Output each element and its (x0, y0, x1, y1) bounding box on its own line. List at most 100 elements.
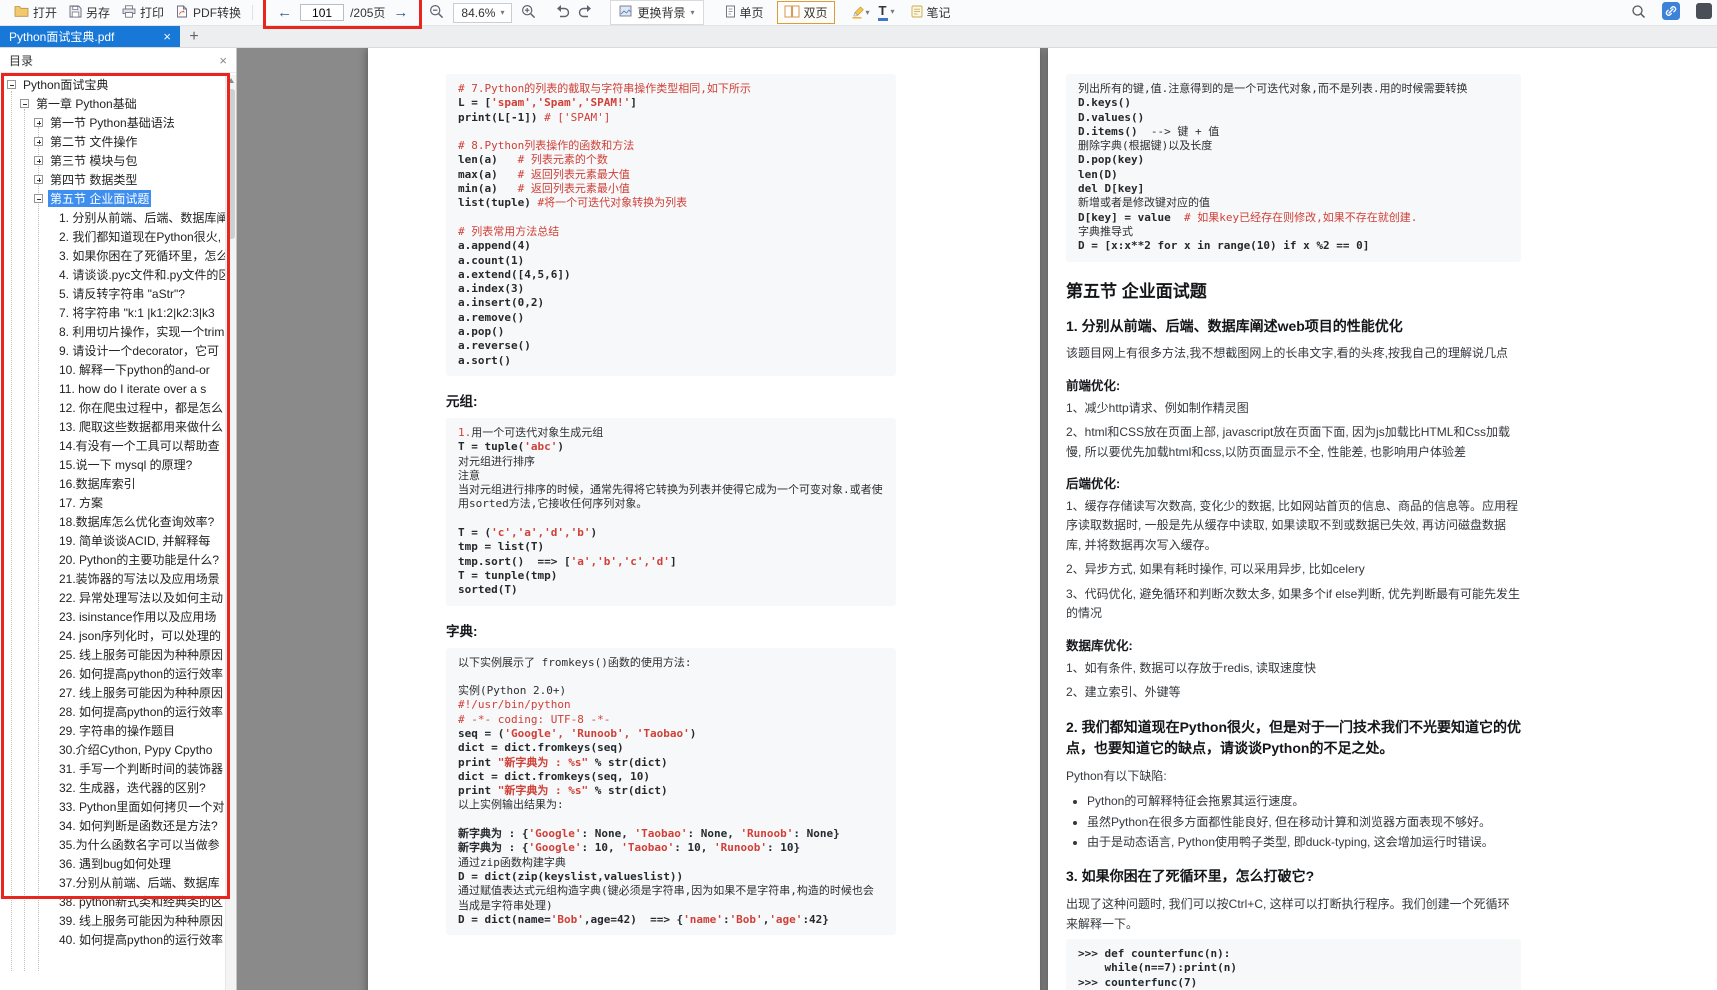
toc-item[interactable]: 2. 我们都知道现在Python很火, (0, 227, 225, 246)
toc-item[interactable]: 19. 简单谈谈ACID, 并解释每 (0, 531, 225, 550)
close-icon[interactable]: × (163, 30, 171, 43)
toc-item[interactable]: 14.有没有一个工具可以帮助查 (0, 436, 225, 455)
save-as-button[interactable]: 另存 (63, 1, 116, 24)
toc-item[interactable]: 25. 线上服务可能因为种种原因 (0, 645, 225, 664)
toc-item[interactable]: 第二节 文件操作 (0, 132, 225, 151)
tree-collapse-icon[interactable] (20, 99, 29, 108)
change-background-button[interactable]: 更换背景 ▾ (610, 0, 703, 25)
toc-item[interactable]: 29. 字符串的操作题目 (0, 721, 225, 740)
toc-item[interactable]: 第三节 模块与包 (0, 151, 225, 170)
highlighter-button[interactable]: ▾ (847, 1, 874, 25)
pdf-page-left: # 7.Python的列表的截取与字符串操作类型相同,如下所示L = ['spa… (368, 48, 1040, 990)
toc-item[interactable]: 32. 生成器，迭代器的区别? (0, 778, 225, 797)
toc-item[interactable]: 15.说一下 mysql 的原理? (0, 455, 225, 474)
toc-item[interactable]: 8. 利用切片操作，实现一个trim (0, 322, 225, 341)
edge-clipped-button[interactable] (1692, 0, 1716, 25)
toc-item[interactable]: 17. 方案 (0, 493, 225, 512)
outline-header: 目录 × (0, 48, 236, 73)
toc-item[interactable]: 38. python新式类和经典类的区 (0, 892, 225, 911)
toc-item[interactable]: 33. Python里面如何拷贝一个对 (0, 797, 225, 816)
toc-item[interactable]: 31. 手写一个判断时间的装饰器 (0, 759, 225, 778)
toc-item[interactable]: 34. 如何判断是函数还是方法? (0, 816, 225, 835)
note-icon (911, 5, 923, 21)
scroll-up-icon[interactable] (228, 78, 234, 83)
document-canvas[interactable]: # 7.Python的列表的截取与字符串操作类型相同,如下所示L = ['spa… (237, 48, 1717, 990)
next-page-icon[interactable]: → (391, 5, 410, 20)
toc-item[interactable]: 23. isinstance作用以及应用场 (0, 607, 225, 626)
toc-item[interactable]: 1. 分别从前端、后端、数据库阐述 (0, 208, 225, 227)
toc-item[interactable]: 18.数据库怎么优化查询效率? (0, 512, 225, 531)
zoom-out-button[interactable] (425, 1, 448, 25)
scrollbar-thumb[interactable] (228, 89, 235, 239)
toc-item[interactable]: 4. 请谈谈.pyc文件和.py文件的区 (0, 265, 225, 284)
link-plugin-button[interactable] (1658, 0, 1684, 26)
code-line (458, 211, 884, 225)
tree-expand-icon[interactable] (34, 175, 43, 184)
toc-item[interactable]: 37.分别从前端、后端、数据库 (0, 873, 225, 892)
toc-item[interactable]: 11. how do I iterate over a s (0, 379, 225, 398)
open-folder-icon (14, 5, 29, 20)
toc-item[interactable]: 27. 线上服务可能因为种种原因 (0, 683, 225, 702)
toc-item[interactable]: 10. 解释一下python的and-or (0, 360, 225, 379)
zoom-in-button[interactable] (517, 1, 540, 25)
text-tool-button[interactable]: T ▾ (874, 1, 899, 24)
code-block: 以下实例展示了 fromkeys()函数的使用方法: 实例(Python 2.0… (446, 648, 896, 936)
toc-item-label: 9. 请设计一个decorator，它可 (57, 342, 221, 359)
search-button[interactable] (1627, 1, 1650, 25)
toc-item[interactable]: 3. 如果你困在了死循环里，怎么 (0, 246, 225, 265)
link-icon (1662, 2, 1680, 23)
single-page-button[interactable]: 单页 (718, 1, 771, 24)
document-tab[interactable]: Python面试宝典.pdf × (0, 26, 180, 47)
toc-item[interactable]: 40. 如何提高python的运行效率 (0, 930, 225, 949)
tree-expand-icon[interactable] (34, 118, 43, 127)
sidebar-scrollbar[interactable] (225, 75, 236, 990)
add-tab-button[interactable]: + (180, 26, 208, 47)
tree-expand-icon[interactable] (34, 156, 43, 165)
toc-item[interactable]: Python面试宝典 (0, 75, 225, 94)
toc-item[interactable]: 24. json序列化时，可以处理的 (0, 626, 225, 645)
toc-item[interactable]: 35.为什么函数名字可以当做参 (0, 835, 225, 854)
print-button[interactable]: 打印 (116, 1, 170, 24)
redo-button[interactable] (574, 1, 598, 24)
tree-collapse-icon[interactable] (34, 194, 43, 203)
double-page-button[interactable]: 双页 (777, 1, 835, 24)
toc-item[interactable]: 9. 请设计一个decorator，它可 (0, 341, 225, 360)
toc-item-label: 10. 解释一下python的and-or (57, 361, 212, 378)
background-icon (619, 5, 632, 20)
bold-label: 数据库优化: (1066, 635, 1521, 654)
toc-item[interactable]: 5. 请反转字符串 "aStr"? (0, 284, 225, 303)
toc-item[interactable]: 39. 线上服务可能因为种种原因 (0, 911, 225, 930)
toc-item[interactable]: 12. 你在爬虫过程中，都是怎么 (0, 398, 225, 417)
paragraph: 2、建立索引、外键等 (1066, 683, 1521, 702)
toc-item[interactable]: 13. 爬取这些数据都用来做什么 (0, 417, 225, 436)
note-button[interactable]: 笔记 (905, 1, 957, 24)
pdf-convert-button[interactable]: PDF转换 (170, 1, 247, 24)
toc-item[interactable]: 28. 如何提高python的运行效率 (0, 702, 225, 721)
code-line: a.remove() (458, 311, 884, 325)
toc-item[interactable]: 第一节 Python基础语法 (0, 113, 225, 132)
zoom-level-dropdown[interactable]: 84.6% ▾ (453, 3, 512, 23)
prev-page-icon[interactable]: ← (275, 5, 294, 20)
toc-item[interactable]: 第一章 Python基础 (0, 94, 225, 113)
open-button[interactable]: 打开 (8, 1, 63, 24)
page-number-input[interactable] (300, 4, 344, 21)
note-label: 笔记 (927, 4, 951, 21)
toc-item[interactable]: 21.装饰器的写法以及应用场景 (0, 569, 225, 588)
tree-expand-icon[interactable] (34, 137, 43, 146)
toc-item[interactable]: 30.介绍Cython, Pypy Cpytho (0, 740, 225, 759)
pdf-reader-app: 打开 另存 打印 PDF转换 ← /205页 → 84.6% ▾ (0, 0, 1717, 990)
toc-item[interactable]: 22. 异常处理写法以及如何主动 (0, 588, 225, 607)
toc-item[interactable]: 7. 将字符串 "k:1 |k1:2|k2:3|k3 (0, 303, 225, 322)
toc-item[interactable]: 20. Python的主要功能是什么? (0, 550, 225, 569)
toc-item[interactable]: 16.数据库索引 (0, 474, 225, 493)
close-icon[interactable]: × (219, 54, 227, 67)
toc-item[interactable]: 第四节 数据类型 (0, 170, 225, 189)
undo-button[interactable] (550, 1, 574, 24)
toc-item-label: 32. 生成器，迭代器的区别? (57, 779, 208, 796)
toc-item[interactable]: 第五节 企业面试题 (0, 189, 225, 208)
tree-collapse-icon[interactable] (7, 80, 16, 89)
paragraph: 出现了这种问题时, 我们可以按Ctrl+C, 这样可以打断执行程序。我们创建一个… (1066, 895, 1521, 934)
toc-item-label: 24. json序列化时，可以处理的 (57, 627, 223, 644)
toc-item[interactable]: 26. 如何提高python的运行效率 (0, 664, 225, 683)
toc-item[interactable]: 36. 遇到bug如何处理 (0, 854, 225, 873)
